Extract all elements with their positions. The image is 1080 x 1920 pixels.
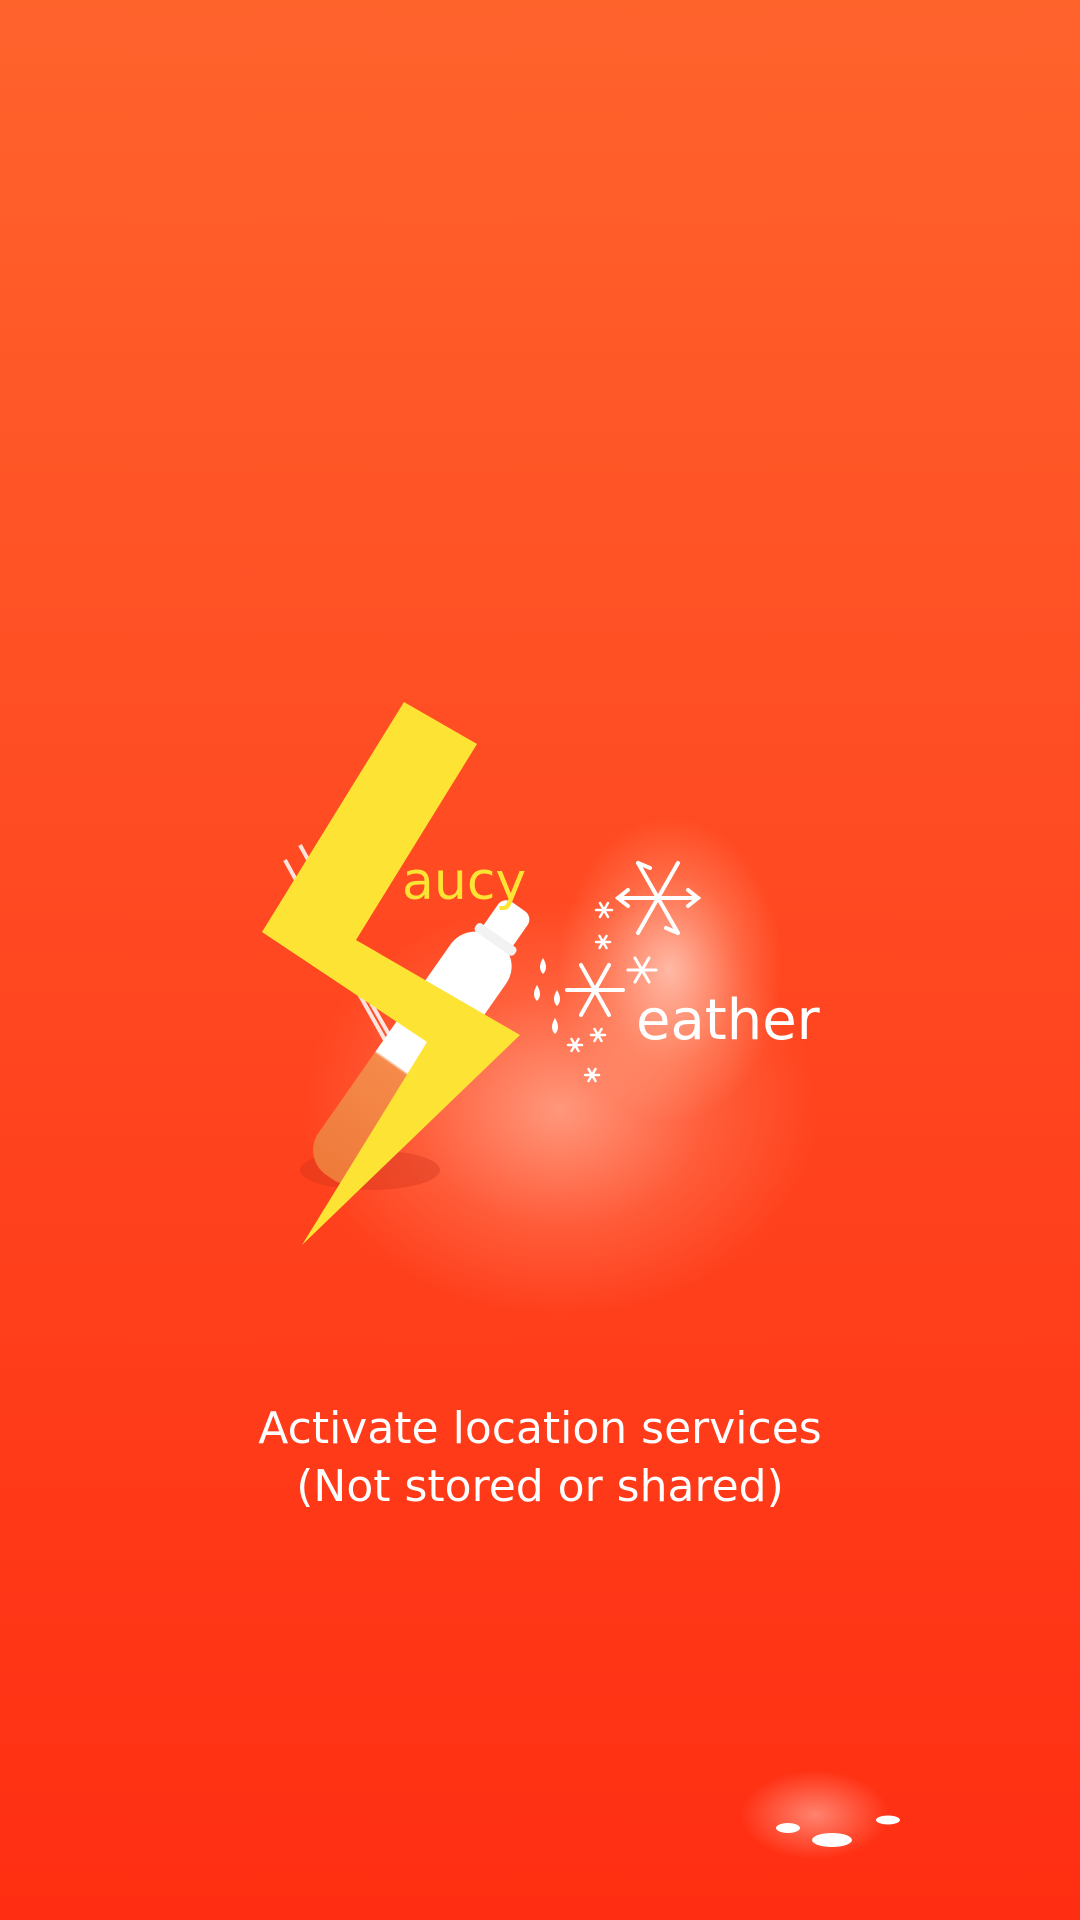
loading-dots-icon <box>776 1815 900 1847</box>
splash-screen: { "app": { "name_part_1": "aucy", "name_… <box>0 0 1080 1920</box>
